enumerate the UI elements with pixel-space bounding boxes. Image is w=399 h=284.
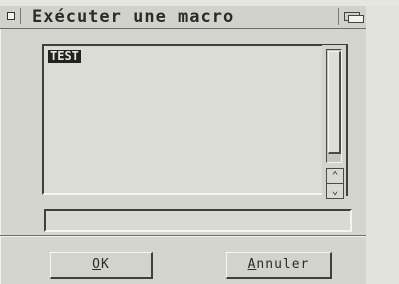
cancel-button-label: nnuler xyxy=(256,257,310,272)
scroll-up-arrow-icon[interactable]: ⌃ xyxy=(326,168,344,184)
depth-gadget-front xyxy=(348,15,364,23)
background-gutter xyxy=(366,6,399,284)
scroll-knob[interactable] xyxy=(328,51,341,154)
depth-gadget-icon[interactable] xyxy=(338,8,366,25)
ok-button-shortcut: O xyxy=(92,257,101,272)
separator xyxy=(0,235,366,237)
ok-button[interactable]: OK xyxy=(50,252,153,279)
list-item[interactable]: TEST xyxy=(48,50,81,63)
ok-button-label: K xyxy=(101,257,110,272)
list-scrollbar[interactable]: ⌃ ⌄ xyxy=(322,44,348,199)
macro-list[interactable]: TEST xyxy=(42,44,326,195)
execute-macro-window: Exécuter une macro TEST ⌃ ⌄ OK Annuler xyxy=(0,6,366,284)
scroll-down-arrow-icon[interactable]: ⌄ xyxy=(326,183,344,199)
window-title: Exécuter une macro xyxy=(32,7,235,27)
close-gadget-box xyxy=(7,12,15,20)
cancel-button[interactable]: Annuler xyxy=(226,252,332,279)
close-gadget-icon[interactable] xyxy=(2,8,21,24)
macro-name-input[interactable] xyxy=(44,209,352,232)
title-bar[interactable]: Exécuter une macro xyxy=(0,6,366,29)
scroll-track[interactable] xyxy=(326,49,342,163)
